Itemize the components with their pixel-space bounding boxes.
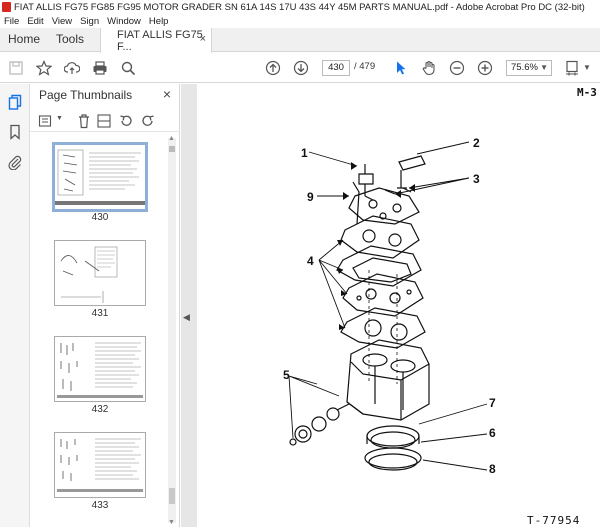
fit-page-icon[interactable] <box>562 58 582 78</box>
main-toolbar: 430 / 479 75.6% ▼ ▼ <box>0 53 600 83</box>
title-bar: FIAT ALLIS FG75 FG85 FG95 MOTOR GRADER S… <box>0 0 600 14</box>
callout-1: 1 <box>301 146 308 160</box>
document-view[interactable]: M-3 1 2 3 9 4 5 7 6 8 T-77954 <box>193 84 600 527</box>
callout-9: 9 <box>307 190 314 204</box>
tab-document-label: FIAT ALLIS FG75 F... <box>117 28 203 53</box>
panel-splitter[interactable]: ◀ <box>181 84 193 527</box>
callout-5: 5 <box>283 368 290 382</box>
scrollbar-thumb[interactable] <box>169 488 175 504</box>
callout-4: 4 <box>307 254 314 268</box>
bookmark-icon[interactable] <box>7 124 23 140</box>
options-menu-icon[interactable] <box>38 113 54 129</box>
tab-row: Home Tools FIAT ALLIS FG75 F... × <box>0 28 600 53</box>
window-title: FIAT ALLIS FG75 FG85 FG95 MOTOR GRADER S… <box>14 1 585 13</box>
tab-document[interactable]: FIAT ALLIS FG75 F... × <box>100 28 212 53</box>
callout-2: 2 <box>473 136 480 150</box>
rotate-left-icon[interactable] <box>118 113 134 129</box>
menu-edit[interactable]: Edit <box>27 16 43 27</box>
next-page-icon[interactable] <box>291 58 311 78</box>
thumbnail-label-433: 433 <box>91 500 109 511</box>
acrobat-logo-icon <box>2 2 11 12</box>
prev-page-icon[interactable] <box>263 58 283 78</box>
zoom-level-select[interactable]: 75.6% ▼ <box>506 60 552 76</box>
chevron-down-icon: ▼ <box>540 63 548 72</box>
thumbnail-preview <box>57 342 143 398</box>
menu-sign[interactable]: Sign <box>80 16 99 27</box>
collapse-panel-icon[interactable]: ◀ <box>183 312 190 323</box>
attachment-icon[interactable] <box>7 154 23 170</box>
menu-view[interactable]: View <box>52 16 72 27</box>
zoom-level-value: 75.6% <box>511 62 538 73</box>
zoom-out-icon[interactable] <box>447 58 467 78</box>
tab-tools[interactable]: Tools <box>56 32 84 46</box>
tab-close-icon[interactable]: × <box>200 33 206 45</box>
thumbnail-preview <box>57 438 143 492</box>
thumbnail-preview <box>55 149 145 205</box>
panel-close-icon[interactable]: × <box>163 86 171 102</box>
menu-window[interactable]: Window <box>107 16 141 27</box>
options-dropdown-icon[interactable]: ▼ <box>56 115 63 122</box>
page-thumbnail-431[interactable] <box>54 240 146 306</box>
rotate-right-icon[interactable] <box>140 113 156 129</box>
scrollbar-track-start <box>169 146 175 152</box>
figure-reference: T-77954 <box>527 514 581 527</box>
fit-page-dropdown-icon[interactable]: ▼ <box>583 63 591 72</box>
page-thumbnail-433[interactable] <box>54 432 146 498</box>
page-thumbnails-panel: Page Thumbnails × ▼ 430 431 432 433 ▲ ▼ <box>30 84 180 527</box>
select-cursor-icon[interactable] <box>391 58 411 78</box>
panel-title: Page Thumbnails <box>39 88 133 102</box>
cloud-upload-icon[interactable] <box>62 58 82 78</box>
thumbnail-label-432: 432 <box>91 404 109 415</box>
menu-help[interactable]: Help <box>149 16 169 27</box>
thumbnails-scrollbar[interactable]: ▲ ▼ <box>168 135 176 526</box>
search-icon[interactable] <box>118 58 138 78</box>
navigation-rail <box>0 84 30 527</box>
pdf-page: M-3 1 2 3 9 4 5 7 6 8 T-77954 <box>197 84 600 527</box>
page-thumbnails-icon[interactable] <box>7 94 23 110</box>
star-icon[interactable] <box>34 58 54 78</box>
page-number-input[interactable]: 430 <box>322 60 350 76</box>
thumbnail-label-430: 430 <box>91 212 109 223</box>
page-thumbnail-432[interactable] <box>54 336 146 402</box>
zoom-in-icon[interactable] <box>475 58 495 78</box>
save-icon[interactable] <box>6 58 26 78</box>
page-total: / 479 <box>354 61 376 72</box>
tab-home[interactable]: Home <box>8 32 40 46</box>
insert-page-icon[interactable] <box>96 113 112 129</box>
thumbnail-preview <box>60 246 118 303</box>
callout-6: 6 <box>489 426 496 440</box>
callout-8: 8 <box>489 462 496 476</box>
page-thumbnail-430[interactable] <box>52 142 148 212</box>
menu-bar: File Edit View Sign Window Help <box>0 14 600 28</box>
print-icon[interactable] <box>90 58 110 78</box>
scroll-up-icon[interactable]: ▲ <box>168 135 175 142</box>
exploded-parts-diagram <box>288 141 488 471</box>
hand-icon[interactable] <box>419 58 439 78</box>
delete-icon[interactable] <box>76 113 92 129</box>
menu-file[interactable]: File <box>4 16 19 27</box>
scroll-down-icon[interactable]: ▼ <box>168 519 175 526</box>
callout-7: 7 <box>489 396 496 410</box>
panel-toolbar: ▼ <box>30 110 180 132</box>
callout-3: 3 <box>473 172 480 186</box>
thumbnail-label-431: 431 <box>91 308 109 319</box>
